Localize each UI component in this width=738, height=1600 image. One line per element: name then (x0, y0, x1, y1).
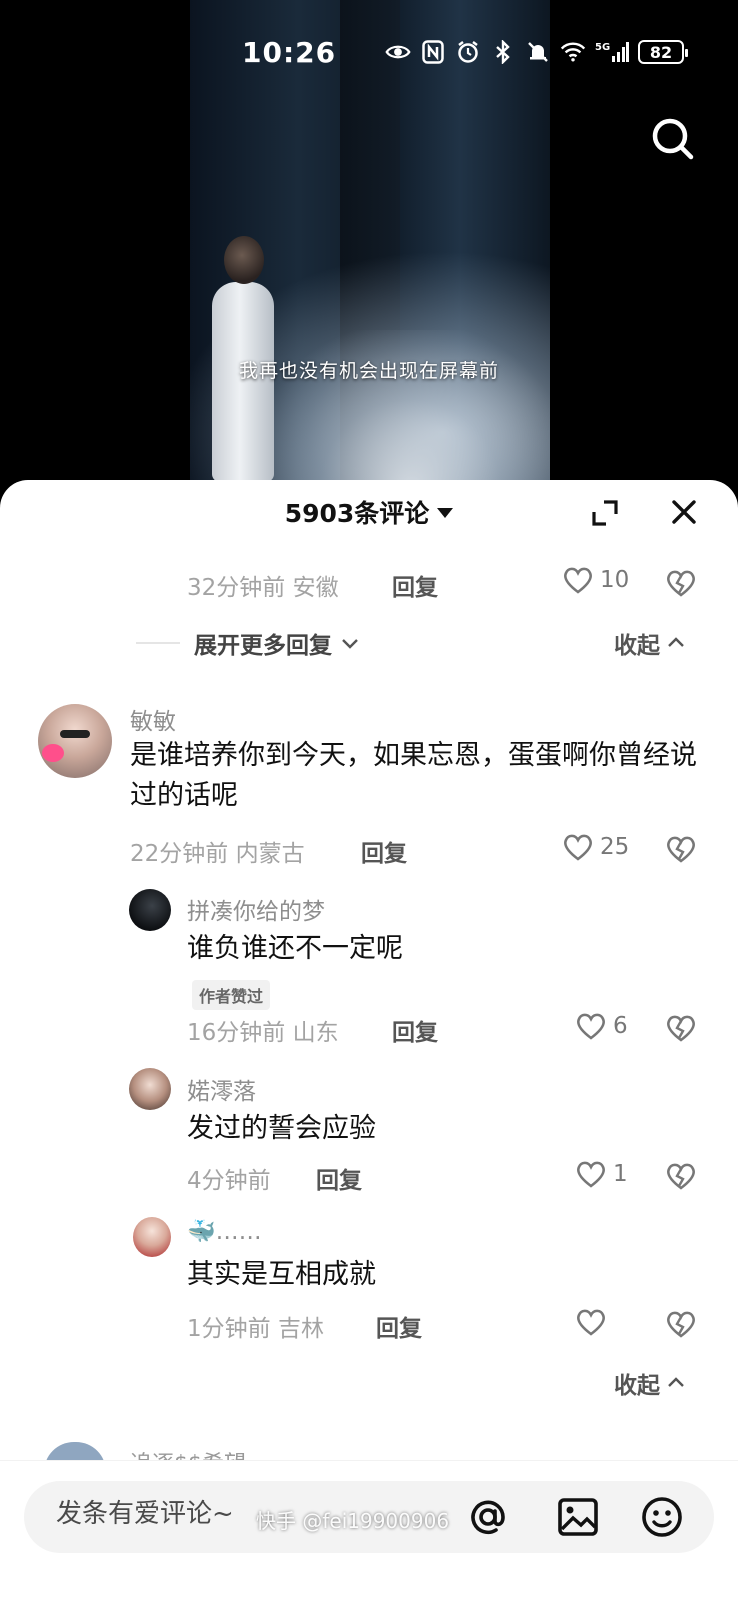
dislike-icon[interactable] (665, 1013, 697, 1043)
video-subtitle: 我再也没有机会出现在屏幕前 (238, 360, 499, 382)
divider (136, 642, 180, 644)
eye-icon (385, 40, 411, 64)
comment-username[interactable]: 敏敏 (130, 702, 176, 736)
chevron-up-icon (668, 637, 684, 647)
comment-reply-button[interactable]: 回复 (361, 834, 407, 868)
mute-icon (525, 40, 551, 64)
dislike-icon[interactable] (665, 568, 697, 598)
reply-meta: 1分钟前 吉林 (187, 1316, 324, 1342)
bluetooth-icon (490, 40, 516, 64)
comment-panel: 5903条评论 32分钟前 安徽 回复 10 展开更多回复 收起 敏敏 是谁培养… (0, 480, 738, 1600)
nfc-icon (420, 40, 446, 64)
avatar-sunglasses (60, 730, 90, 738)
emoji-icon[interactable] (640, 1495, 684, 1539)
caret-down-icon (437, 508, 454, 518)
like-count: 25 (600, 834, 630, 860)
chevron-up-icon (668, 1377, 684, 1387)
author-liked-badge: 作者赞过 (192, 980, 271, 1010)
dislike-icon[interactable] (665, 834, 697, 864)
close-icon[interactable] (668, 496, 700, 528)
battery-indicator: 82 (638, 40, 688, 64)
wifi-icon (560, 40, 586, 64)
reply-username[interactable]: 🐳…… (187, 1218, 262, 1245)
avatar[interactable] (129, 1068, 171, 1110)
comment-input-bar: 快手 @fei19900906 (0, 1460, 738, 1600)
comment-meta: 22分钟前 内蒙古 (130, 841, 305, 867)
comment-count-title: 5903条评论 (284, 499, 430, 528)
like-count: 1 (613, 1161, 628, 1187)
search-icon[interactable] (648, 114, 698, 164)
comment-text: 是谁培养你到今天，如果忘恩，蛋蛋啊你曾经说过的话呢 (130, 740, 697, 811)
reply-username[interactable]: 拼凑你给的梦 (187, 892, 325, 926)
like-count: 6 (613, 1013, 628, 1039)
at-icon[interactable] (466, 1495, 510, 1539)
reply-reply-button[interactable]: 回复 (376, 1309, 422, 1343)
heart-icon (564, 567, 592, 594)
reply-like-button[interactable]: 6 (575, 1011, 628, 1041)
comment-count-dropdown[interactable]: 5903条评论 (0, 494, 738, 530)
video-frame (190, 0, 550, 500)
status-time: 10:26 (242, 36, 337, 69)
reply-text: 发过的誓会应验 (187, 1113, 376, 1144)
dislike-icon[interactable] (665, 1309, 697, 1339)
comment-like-button[interactable]: 25 (562, 832, 629, 862)
collapse-replies-button[interactable]: 收起 (614, 1366, 686, 1400)
heart-icon (577, 1161, 605, 1188)
collapse-label: 收起 (614, 1373, 660, 1399)
reply-reply-button[interactable]: 回复 (392, 1013, 438, 1047)
prev-like-button[interactable]: 10 (562, 565, 629, 595)
like-count: 10 (600, 567, 630, 593)
reply-like-button[interactable] (575, 1307, 613, 1337)
heart-icon (577, 1013, 605, 1040)
status-bar: 10:26 5G 82 (0, 30, 738, 74)
prev-reply-meta: 32分钟前 安徽 (187, 575, 339, 601)
reply-meta: 16分钟前 山东 (187, 1020, 339, 1046)
svg-text:5G: 5G (595, 42, 610, 53)
reply-meta: 4分钟前 (187, 1168, 271, 1194)
image-icon[interactable] (556, 1495, 600, 1539)
heart-sticker-icon (42, 744, 64, 762)
alarm-icon (455, 40, 481, 64)
5g-signal-icon: 5G (595, 40, 629, 64)
expand-icon[interactable] (590, 498, 620, 528)
expand-more-replies-button[interactable]: 展开更多回复 (136, 626, 360, 660)
reply-text: 其实是互相成就 (187, 1259, 376, 1290)
prev-reply-button[interactable]: 回复 (392, 568, 438, 602)
heart-icon (577, 1309, 605, 1336)
collapse-label: 收起 (614, 633, 660, 659)
heart-icon (564, 834, 592, 861)
collapse-replies-button[interactable]: 收起 (614, 626, 686, 660)
comment-panel-header: 5903条评论 (0, 480, 738, 542)
avatar[interactable] (133, 1217, 171, 1257)
chevron-down-icon (342, 639, 358, 649)
video-figure-head (224, 236, 264, 284)
dislike-icon[interactable] (665, 1161, 697, 1191)
expand-more-label: 展开更多回复 (194, 633, 332, 659)
reply-like-button[interactable]: 1 (575, 1159, 628, 1189)
reply-reply-button[interactable]: 回复 (316, 1161, 362, 1195)
avatar[interactable] (38, 704, 112, 778)
video-player[interactable]: 我再也没有机会出现在屏幕前 (0, 0, 738, 500)
avatar[interactable] (129, 889, 171, 931)
watermark: 快手 @fei19900906 (256, 1509, 450, 1533)
reply-text: 谁负谁还不一定呢 (187, 933, 403, 964)
reply-username[interactable]: 婼澪落 (187, 1072, 256, 1106)
status-icons: 5G 82 (385, 40, 688, 64)
